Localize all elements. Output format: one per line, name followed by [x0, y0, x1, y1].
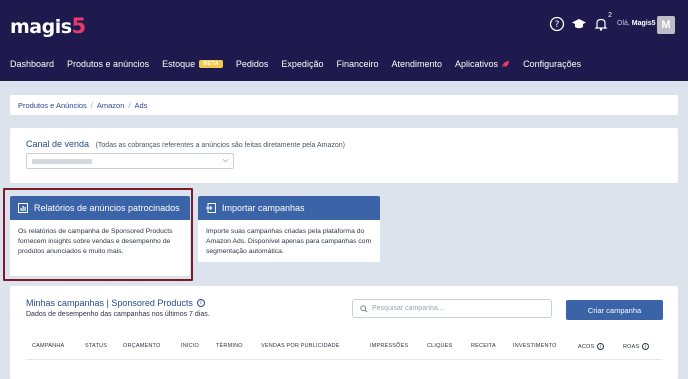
- chevron-down-icon: ⌵: [222, 157, 228, 164]
- nav-estoque-label: Estoque: [162, 59, 196, 69]
- graduation-cap-icon[interactable]: [571, 16, 587, 32]
- channel-note: (Todas as cobranças referentes a anúncio…: [95, 142, 345, 149]
- col-investimento[interactable]: INVESTIMENTO: [513, 343, 557, 349]
- col-vendas-por-publicidade[interactable]: VENDAS POR PUBLICIDADE: [261, 343, 340, 349]
- nav-aplicativos-label: Aplicativos: [455, 59, 499, 69]
- col-receita[interactable]: RECEITA: [471, 343, 496, 349]
- import-card-body: Importe suas campanhas criadas pela plat…: [206, 228, 372, 255]
- campaigns-card: Minhas campanhas | Sponsored Products i …: [10, 286, 678, 379]
- channel-select[interactable]: ⌵: [26, 153, 234, 169]
- col-termino[interactable]: TÉRMINO: [216, 343, 243, 349]
- nav-dashboard[interactable]: Dashboard: [10, 59, 54, 69]
- import-card-header: Importar campanhas: [198, 196, 380, 220]
- avatar[interactable]: M: [657, 16, 675, 34]
- channel-heading: Canal de venda (Todas as cobranças refer…: [26, 139, 345, 149]
- create-campaign-button[interactable]: Criar campanha: [566, 300, 663, 320]
- breadcrumb-produtos[interactable]: Produtos e Anúncios: [18, 101, 87, 110]
- breadcrumb-separator: /: [90, 100, 93, 110]
- campaigns-heading: Minhas campanhas | Sponsored Products i: [26, 298, 205, 308]
- info-icon[interactable]: i: [196, 299, 205, 307]
- info-icon[interactable]: i: [597, 343, 605, 350]
- nav-financeiro[interactable]: Financeiro: [336, 59, 378, 69]
- col-campanha[interactable]: CAMPANHA: [32, 343, 64, 349]
- nav-configuracoes[interactable]: Configurações: [523, 59, 581, 69]
- nav-estoque[interactable]: Estoque BETA: [162, 59, 223, 69]
- rocket-icon: [501, 60, 510, 67]
- campaigns-table-header: CAMPANHA STATUS ORÇAMENTO INÍCIO TÉRMINO…: [10, 343, 678, 355]
- breadcrumb-ads: Ads: [134, 100, 148, 110]
- info-icon[interactable]: i: [642, 343, 650, 350]
- campaigns-title: Minhas campanhas | Sponsored Products: [26, 298, 193, 308]
- channel-select-value-blurred: [32, 158, 92, 164]
- import-card-title: Importar campanhas: [222, 203, 305, 213]
- import-icon: [206, 203, 216, 213]
- main-nav: Dashboard Produtos e anúncios Estoque BE…: [10, 59, 594, 69]
- notification-count: 2: [608, 12, 612, 19]
- col-inicio[interactable]: INÍCIO: [181, 343, 199, 349]
- beta-badge: BETA: [199, 60, 223, 68]
- nav-produtos-e-anuncios[interactable]: Produtos e anúncios: [67, 59, 149, 69]
- logo-text: magis: [10, 16, 72, 38]
- channel-title: Canal de venda: [26, 139, 90, 149]
- user-name: Magis5: [631, 20, 656, 27]
- top-header: magis 5 ? 2 Olá, Magis5 M Dashboard Produ…: [0, 0, 688, 81]
- logo-number: 5: [71, 14, 87, 38]
- col-cliques[interactable]: CLIQUES: [427, 343, 453, 349]
- breadcrumb: Produtos e Anúncios / Amazon / Ads: [10, 95, 678, 115]
- nav-atendimento[interactable]: Atendimento: [391, 59, 442, 69]
- col-orcamento[interactable]: ORÇAMENTO: [123, 343, 160, 349]
- breadcrumb-separator: /: [128, 100, 131, 110]
- nav-pedidos[interactable]: Pedidos: [236, 59, 269, 69]
- sales-channel-card: Canal de venda (Todas as cobranças refer…: [10, 128, 678, 183]
- breadcrumb-amazon[interactable]: Amazon: [97, 101, 125, 110]
- bell-icon[interactable]: 2: [593, 12, 612, 32]
- col-acos-label: ACOS: [578, 343, 595, 350]
- highlight-outline: [3, 188, 193, 281]
- col-status[interactable]: STATUS: [85, 343, 107, 349]
- search-icon: [360, 304, 368, 313]
- nav-expedicao[interactable]: Expedição: [281, 59, 323, 69]
- greeting-prefix: Olá,: [617, 20, 630, 27]
- campaign-search: [352, 299, 552, 318]
- help-icon[interactable]: ?: [549, 16, 565, 32]
- nav-aplicativos[interactable]: Aplicativos: [455, 59, 510, 69]
- col-acos[interactable]: ACOS i: [578, 343, 605, 350]
- col-impressoes[interactable]: IMPRESSÕES: [370, 343, 408, 349]
- campaigns-subtitle: Dados de desempenho das campanhas nos úl…: [26, 311, 210, 318]
- header-icons: ? 2: [549, 12, 615, 32]
- user-greeting: Olá, Magis5: [617, 20, 656, 27]
- col-roas-label: ROAS: [623, 343, 640, 350]
- svg-text:?: ?: [555, 20, 560, 30]
- search-input[interactable]: [372, 305, 542, 312]
- import-campaigns-card[interactable]: Importar campanhas Importe suas campanha…: [198, 196, 380, 262]
- magis5-logo[interactable]: magis 5: [10, 14, 86, 38]
- col-roas[interactable]: ROAS i: [623, 343, 650, 350]
- table-divider: [26, 359, 662, 360]
